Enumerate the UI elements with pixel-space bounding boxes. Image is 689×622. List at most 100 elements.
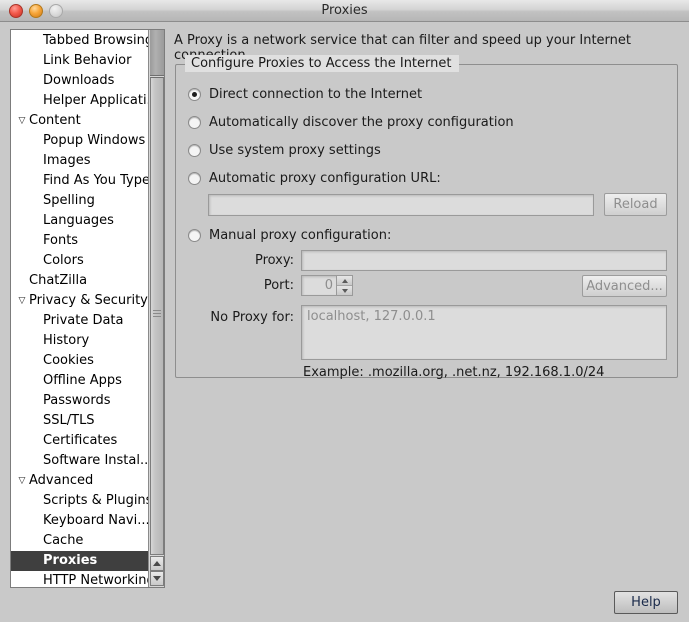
sidebar-item-offline-apps[interactable]: Offline Apps bbox=[11, 371, 148, 391]
disclosure-triangle-icon[interactable]: ▽ bbox=[15, 471, 29, 491]
sidebar-item-spelling[interactable]: Spelling bbox=[11, 191, 148, 211]
radio-system-proxy-label: Use system proxy settings bbox=[209, 143, 381, 158]
sidebar-item-certificates[interactable]: Certificates bbox=[11, 431, 148, 451]
scroll-down-arrow-icon[interactable] bbox=[150, 571, 164, 586]
pac-url-input[interactable] bbox=[208, 194, 594, 216]
sidebar-item-cookies[interactable]: Cookies bbox=[11, 351, 148, 371]
window-titlebar: Proxies bbox=[0, 0, 689, 22]
radio-auto-discover-label: Automatically discover the proxy configu… bbox=[209, 115, 514, 130]
disclosure-triangle-icon[interactable]: ▽ bbox=[15, 291, 29, 311]
radio-system-proxy[interactable]: Use system proxy settings bbox=[188, 143, 381, 158]
sidebar-item-label: Offline Apps bbox=[43, 373, 122, 388]
radio-direct-connection-label: Direct connection to the Internet bbox=[209, 87, 423, 102]
sidebar-item-helper-applicati[interactable]: Helper Applicati... bbox=[11, 91, 159, 111]
tree-list: Tabbed Browsing Link Behavior Downloads Hel… bbox=[11, 30, 159, 587]
sidebar-item-images[interactable]: Images bbox=[11, 151, 148, 171]
scrollbar-track-upper[interactable] bbox=[150, 30, 164, 76]
disclosure-triangle-icon[interactable]: ▽ bbox=[15, 111, 29, 131]
radio-manual-proxy-label: Manual proxy configuration: bbox=[209, 228, 392, 243]
sidebar-item-content[interactable]: ▽ Content bbox=[11, 111, 148, 131]
radio-auto-discover[interactable]: Automatically discover the proxy configu… bbox=[188, 115, 514, 130]
radio-pac-url-label: Automatic proxy configuration URL: bbox=[209, 171, 441, 186]
sidebar-item-label: Advanced bbox=[29, 473, 94, 488]
sidebar-item-label: Certificates bbox=[43, 433, 118, 448]
sidebar-item-label: Keyboard Navi... bbox=[43, 513, 150, 528]
sidebar-item-keyboard-navi[interactable]: Keyboard Navi... bbox=[11, 511, 150, 531]
sidebar-item-advanced[interactable]: ▽ Advanced bbox=[11, 471, 148, 491]
sidebar-item-label: Cache bbox=[43, 533, 84, 548]
no-proxy-label: No Proxy for: bbox=[210, 310, 294, 325]
sidebar-item-chatzilla[interactable]: ChatZilla bbox=[11, 271, 148, 291]
sidebar-item-label: Passwords bbox=[43, 393, 111, 408]
proxy-host-input[interactable] bbox=[301, 250, 667, 271]
sidebar-item-downloads[interactable]: Downloads bbox=[11, 71, 148, 91]
sidebar-item-label: Colors bbox=[43, 253, 84, 268]
radio-pac-url[interactable]: Automatic proxy configuration URL: bbox=[188, 171, 441, 186]
advanced-button[interactable]: Advanced... bbox=[582, 275, 667, 297]
sidebar-item-software-instal[interactable]: Software Instal... bbox=[11, 451, 152, 471]
proxies-preferences-window: Proxies Tabbed Browsing Link Behavior Down… bbox=[0, 0, 689, 622]
sidebar-item-label: Privacy & Security bbox=[29, 293, 148, 308]
radio-direct-connection[interactable]: Direct connection to the Internet bbox=[188, 87, 422, 102]
sidebar-item-fonts[interactable]: Fonts bbox=[11, 231, 148, 251]
groupbox-legend: Configure Proxies to Access the Internet bbox=[185, 55, 460, 72]
radio-system-proxy-indicator[interactable] bbox=[188, 144, 201, 157]
port-spinner[interactable]: 0 bbox=[301, 275, 353, 296]
port-increment-icon[interactable] bbox=[337, 276, 352, 286]
sidebar-item-label: Content bbox=[29, 113, 81, 128]
sidebar-item-link-behavior[interactable]: Link Behavior bbox=[11, 51, 148, 71]
sidebar-item-http-networking[interactable]: HTTP Networking bbox=[11, 571, 155, 587]
sidebar-item-label: Helper Applicati... bbox=[43, 93, 159, 108]
proxies-panel: A Proxy is a network service that can fi… bbox=[172, 29, 682, 589]
preferences-category-tree[interactable]: Tabbed Browsing Link Behavior Downloads Hel… bbox=[10, 29, 165, 588]
sidebar-item-label: ChatZilla bbox=[29, 273, 88, 288]
window-title: Proxies bbox=[321, 3, 368, 18]
port-decrement-icon[interactable] bbox=[337, 286, 352, 295]
radio-manual-proxy[interactable]: Manual proxy configuration: bbox=[188, 228, 391, 243]
sidebar-item-label: Images bbox=[43, 153, 91, 168]
radio-auto-discover-indicator[interactable] bbox=[188, 116, 201, 129]
no-proxy-textarea[interactable]: localhost, 127.0.0.1 bbox=[301, 305, 667, 360]
sidebar-item-scripts-plugins[interactable]: Scripts & Plugins bbox=[11, 491, 152, 511]
sidebar-item-label: HTTP Networking bbox=[43, 573, 155, 588]
sidebar-item-label: Downloads bbox=[43, 73, 115, 88]
sidebar-item-find-as-you-type[interactable]: Find As You Type bbox=[11, 171, 150, 191]
sidebar-item-popup-windows[interactable]: Popup Windows bbox=[11, 131, 148, 151]
sidebar-item-proxies[interactable]: Proxies bbox=[11, 551, 148, 571]
sidebar-item-label: Fonts bbox=[43, 233, 79, 248]
sidebar-item-label: Software Instal... bbox=[43, 453, 153, 468]
port-label: Port: bbox=[263, 278, 294, 293]
sidebar-item-privacy-security[interactable]: ▽ Privacy & Security bbox=[11, 291, 148, 311]
sidebar-item-label: Scripts & Plugins bbox=[43, 493, 153, 508]
radio-pac-url-indicator[interactable] bbox=[188, 172, 201, 185]
sidebar-item-label: SSL/TLS bbox=[43, 413, 95, 428]
example-text: Example: .mozilla.org, .net.nz, 192.168.… bbox=[303, 365, 605, 380]
radio-direct-connection-indicator[interactable] bbox=[188, 88, 201, 101]
sidebar-scrollbar[interactable] bbox=[148, 30, 164, 587]
sidebar-item-label: Spelling bbox=[43, 193, 95, 208]
port-value[interactable]: 0 bbox=[302, 276, 336, 295]
radio-manual-proxy-indicator[interactable] bbox=[188, 229, 201, 242]
proxy-configuration-groupbox: Configure Proxies to Access the Internet… bbox=[175, 55, 678, 380]
sidebar-item-history[interactable]: History bbox=[11, 331, 148, 351]
sidebar-item-label: Find As You Type bbox=[43, 173, 150, 188]
scroll-up-arrow-icon[interactable] bbox=[150, 556, 164, 571]
sidebar-item-colors[interactable]: Colors bbox=[11, 251, 148, 271]
scrollbar-thumb[interactable] bbox=[150, 77, 164, 555]
port-stepper[interactable] bbox=[336, 276, 352, 295]
proxy-label: Proxy: bbox=[254, 253, 294, 268]
sidebar-item-private-data[interactable]: Private Data bbox=[11, 311, 148, 331]
sidebar-item-cache[interactable]: Cache bbox=[11, 531, 148, 551]
sidebar-item-label: Tabbed Browsing bbox=[43, 33, 154, 48]
sidebar-item-label: Proxies bbox=[43, 553, 98, 568]
sidebar-item-passwords[interactable]: Passwords bbox=[11, 391, 148, 411]
sidebar-item-label: Cookies bbox=[43, 353, 94, 368]
sidebar-item-languages[interactable]: Languages bbox=[11, 211, 148, 231]
sidebar-item-tabbed-browsing[interactable]: Tabbed Browsing bbox=[11, 31, 153, 51]
sidebar-item-label: Languages bbox=[43, 213, 114, 228]
sidebar-item-label: Popup Windows bbox=[43, 133, 146, 148]
sidebar-item-ssl-tls[interactable]: SSL/TLS bbox=[11, 411, 148, 431]
reload-button[interactable]: Reload bbox=[604, 193, 667, 216]
help-button[interactable]: Help bbox=[614, 591, 678, 614]
sidebar-item-label: Link Behavior bbox=[43, 53, 132, 68]
